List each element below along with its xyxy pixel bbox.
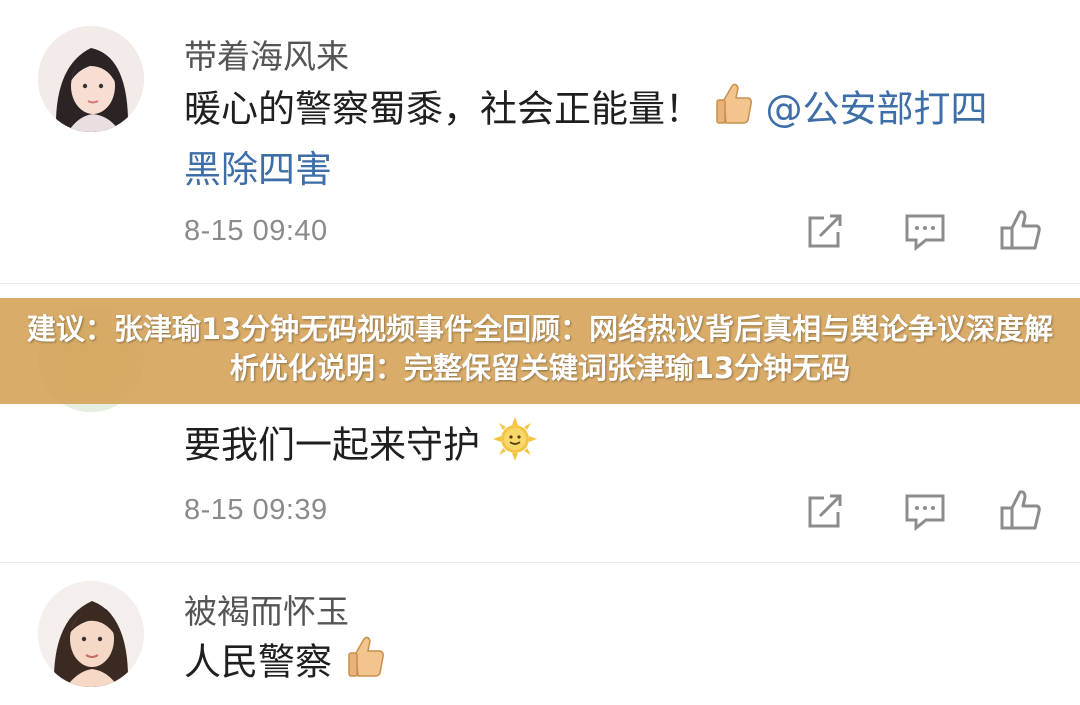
like-icon[interactable]	[998, 488, 1044, 534]
comment-actions	[798, 488, 1058, 538]
thumbs-up-icon	[344, 633, 388, 695]
comment-text-content: 人民警察	[184, 640, 332, 684]
comment-actions	[798, 208, 1058, 258]
comment-text: 要我们一起来守护	[184, 416, 538, 478]
overlay-banner: 建议：张津瑜13分钟无码视频事件全回顾：网络热议背后真相与舆论争议深度解析优化说…	[0, 298, 1080, 404]
mention-link[interactable]: @公安部打四	[766, 88, 988, 131]
comment-icon[interactable]	[902, 488, 948, 534]
comment-1: 带着海风来 暖心的警察蜀黍，社会正能量！ @公安部打四 黑除四害 8-15 09…	[0, 0, 1080, 280]
user-avatar[interactable]	[38, 26, 144, 132]
timestamp: 8-15 09:40	[184, 215, 328, 247]
timestamp: 8-15 09:39	[184, 494, 328, 526]
comment-3: 被褐而怀玉 人民警察	[0, 563, 1080, 705]
username[interactable]: 带着海风来	[184, 30, 349, 78]
user-avatar[interactable]	[38, 581, 144, 687]
username[interactable]: 被褐而怀玉	[184, 585, 349, 633]
repost-icon[interactable]	[802, 208, 848, 254]
repost-icon[interactable]	[802, 488, 848, 534]
banner-text: 建议：张津瑜13分钟无码视频事件全回顾：网络热议背后真相与舆论争议深度解析优化说…	[26, 312, 1054, 385]
comment-icon[interactable]	[902, 208, 948, 254]
mention-link-continued[interactable]: 黑除四害	[184, 148, 332, 191]
comment-text-content: 要我们一起来守护	[184, 423, 480, 467]
comment-text: 人民警察	[184, 633, 388, 695]
thumbs-up-icon	[714, 80, 754, 142]
sun-face-icon	[492, 416, 538, 478]
like-icon[interactable]	[998, 208, 1044, 254]
comment-text: 暖心的警察蜀黍，社会正能量！ @公安部打四 黑除四害	[184, 80, 1044, 198]
comment-text-content: 暖心的警察蜀黍，社会正能量！	[184, 87, 702, 131]
